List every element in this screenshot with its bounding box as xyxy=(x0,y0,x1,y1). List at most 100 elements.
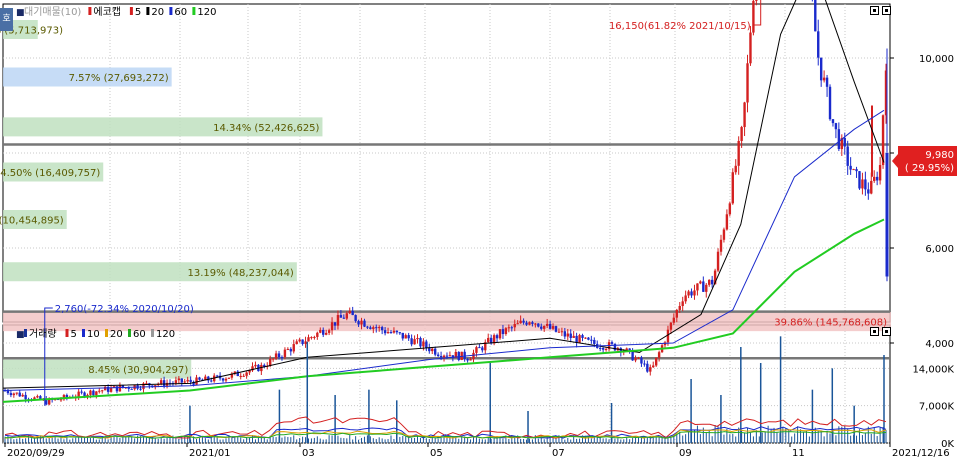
current-price-change: ( 29.95%) xyxy=(905,163,954,174)
price-legend-swatch xyxy=(129,7,133,15)
volume-legend-item: 5 xyxy=(71,329,77,340)
volume-legend-item: 거래량 xyxy=(29,328,57,340)
candle-body xyxy=(601,348,605,350)
candle-body xyxy=(254,364,257,367)
volume-legend-swatch xyxy=(82,329,85,337)
candle-body xyxy=(649,367,652,372)
volume-legend-marker: ■ xyxy=(16,330,25,340)
candle-body xyxy=(516,323,519,325)
candle-body xyxy=(274,353,278,359)
candle-body xyxy=(534,323,537,325)
candle-body xyxy=(407,335,410,339)
candle-body xyxy=(416,338,419,340)
candle-body xyxy=(130,388,133,390)
candle-body xyxy=(734,165,737,173)
candle-body xyxy=(864,179,867,190)
candle-body xyxy=(18,392,21,397)
candle-body xyxy=(433,348,437,355)
candle-body xyxy=(675,309,678,318)
candle-body xyxy=(690,291,693,296)
candle-body xyxy=(746,63,749,103)
candle-body xyxy=(472,352,475,360)
candle-body xyxy=(466,359,469,361)
price-legend-item: 에코캡 xyxy=(93,6,121,18)
supply-bar-label: 8.45% (30,904,297) xyxy=(88,365,188,376)
candle-body xyxy=(725,214,729,230)
candle-body xyxy=(581,335,584,338)
candle-body xyxy=(693,290,696,296)
price-panel-minimize-button[interactable] xyxy=(870,6,879,15)
date-label: 2021/12/16 xyxy=(892,448,950,459)
candle-body xyxy=(324,332,328,335)
candle-body xyxy=(705,284,708,292)
candle-body xyxy=(283,349,287,358)
candle-body xyxy=(431,348,434,352)
volume-tick-label: 7,000K xyxy=(919,402,955,413)
candle-body xyxy=(327,330,331,333)
candle-body xyxy=(873,176,876,181)
candle-body xyxy=(354,315,357,322)
date-label: 2021/01 xyxy=(189,448,231,459)
candle-body xyxy=(98,390,101,392)
candle-body xyxy=(59,399,63,401)
candle-body xyxy=(870,180,873,194)
candle-body xyxy=(198,377,201,380)
candle-body xyxy=(375,327,378,329)
volume-panel-maximize-button[interactable] xyxy=(882,327,891,336)
candle-body xyxy=(548,323,552,329)
candle-body xyxy=(92,390,95,396)
candle-body xyxy=(861,179,864,189)
candle-body xyxy=(669,322,673,330)
volume-legend-swatch xyxy=(65,329,69,337)
candle-body xyxy=(867,189,870,194)
candle-body xyxy=(24,394,27,400)
candle-body xyxy=(652,365,655,368)
candle-body xyxy=(413,339,416,345)
candle-body xyxy=(339,315,343,318)
volume-legend-swatch xyxy=(128,329,131,337)
candle-body xyxy=(684,295,687,302)
candle-body xyxy=(372,327,375,329)
candle-body xyxy=(875,176,879,181)
candle-body xyxy=(481,347,484,351)
candle-body xyxy=(345,313,348,319)
candle-body xyxy=(445,355,449,357)
price-panel-maximize-button[interactable] xyxy=(882,6,891,15)
candle-body xyxy=(457,351,460,360)
candle-body xyxy=(330,322,334,331)
candle-body xyxy=(584,337,587,339)
stock-chart: 16,00014,00012,00010,0008,0006,0004,0001… xyxy=(0,0,957,463)
candle-body xyxy=(843,137,846,147)
candle-body xyxy=(710,279,714,285)
candle-body xyxy=(336,315,340,326)
candle-body xyxy=(755,0,758,1)
candle-body xyxy=(551,326,555,329)
candle-body xyxy=(858,171,861,189)
candle-body xyxy=(221,378,225,381)
candle-body xyxy=(245,372,248,376)
candle-body xyxy=(177,378,181,381)
volume-panel-minimize-button[interactable] xyxy=(870,327,879,336)
candle-body xyxy=(103,386,107,391)
candle-body xyxy=(95,391,98,396)
side-toggle-button[interactable]: 호 xyxy=(0,8,13,31)
candle-body xyxy=(646,363,649,372)
candle-body xyxy=(855,169,858,172)
candle-body xyxy=(628,348,631,351)
candle-body xyxy=(401,332,404,339)
candle-body xyxy=(277,353,281,358)
date-label: 09 xyxy=(679,448,692,459)
candle-body xyxy=(519,320,522,324)
candle-body xyxy=(224,378,228,381)
price-tick-label: 6,000 xyxy=(925,244,954,255)
volume-legend-swatch xyxy=(105,329,108,337)
high-annotation: 16,150(61.82% 2021/10/15) xyxy=(609,21,751,32)
candle-body xyxy=(554,326,558,332)
candle-body xyxy=(389,332,393,334)
candle-body xyxy=(448,355,452,357)
candle-body xyxy=(678,306,681,310)
volume-legend-item: 10 xyxy=(87,329,100,340)
candle-body xyxy=(295,341,298,345)
price-legend-item: 20 xyxy=(151,7,164,18)
candle-body xyxy=(363,320,366,327)
